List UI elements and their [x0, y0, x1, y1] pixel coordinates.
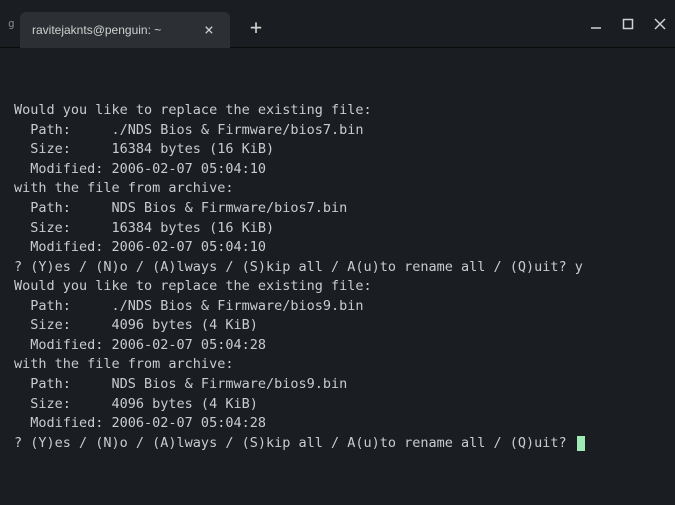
cursor-icon [577, 436, 585, 451]
terminal-tab[interactable]: ravitejaknts@penguin: ~ × [20, 12, 230, 48]
prompt-text: ? (Y)es / (N)o / (A)lways / (S)kip all /… [14, 435, 575, 451]
new-tab-button[interactable]: + [242, 13, 270, 41]
output-line: Path: NDS Bios & Firmware/bios9.bin [14, 375, 661, 395]
output-line: Would you like to replace the existing f… [14, 101, 661, 121]
left-edge-fragment: g [8, 0, 16, 47]
output-line: Modified: 2006-02-07 05:04:28 [14, 414, 661, 434]
terminal-output[interactable]: Would you like to replace the existing f… [0, 48, 675, 505]
prompt-line[interactable]: ? (Y)es / (N)o / (A)lways / (S)kip all /… [14, 434, 661, 454]
maximize-icon[interactable] [621, 17, 635, 31]
output-line: Path: ./NDS Bios & Firmware/bios9.bin [14, 297, 661, 317]
close-window-icon[interactable] [653, 17, 667, 31]
output-line: Size: 16384 bytes (16 KiB) [14, 219, 661, 239]
tab-area: g ravitejaknts@penguin: ~ × + [8, 0, 270, 47]
output-line: with the file from archive: [14, 355, 661, 375]
output-line: ? (Y)es / (N)o / (A)lways / (S)kip all /… [14, 258, 661, 278]
close-tab-icon[interactable]: × [200, 21, 218, 39]
output-line: Size: 4096 bytes (4 KiB) [14, 395, 661, 415]
output-line [14, 82, 661, 102]
output-line: Size: 16384 bytes (16 KiB) [14, 140, 661, 160]
output-line [14, 62, 661, 82]
output-line: Would you like to replace the existing f… [14, 277, 661, 297]
output-line: Modified: 2006-02-07 05:04:10 [14, 160, 661, 180]
tab-title: ravitejaknts@penguin: ~ [32, 23, 161, 37]
window-controls [589, 17, 667, 31]
window-titlebar: g ravitejaknts@penguin: ~ × + [0, 0, 675, 48]
output-line: with the file from archive: [14, 179, 661, 199]
output-line: Path: NDS Bios & Firmware/bios7.bin [14, 199, 661, 219]
output-line: Size: 4096 bytes (4 KiB) [14, 316, 661, 336]
output-line: Path: ./NDS Bios & Firmware/bios7.bin [14, 121, 661, 141]
output-line: Modified: 2006-02-07 05:04:10 [14, 238, 661, 258]
minimize-icon[interactable] [589, 17, 603, 31]
output-line: Modified: 2006-02-07 05:04:28 [14, 336, 661, 356]
